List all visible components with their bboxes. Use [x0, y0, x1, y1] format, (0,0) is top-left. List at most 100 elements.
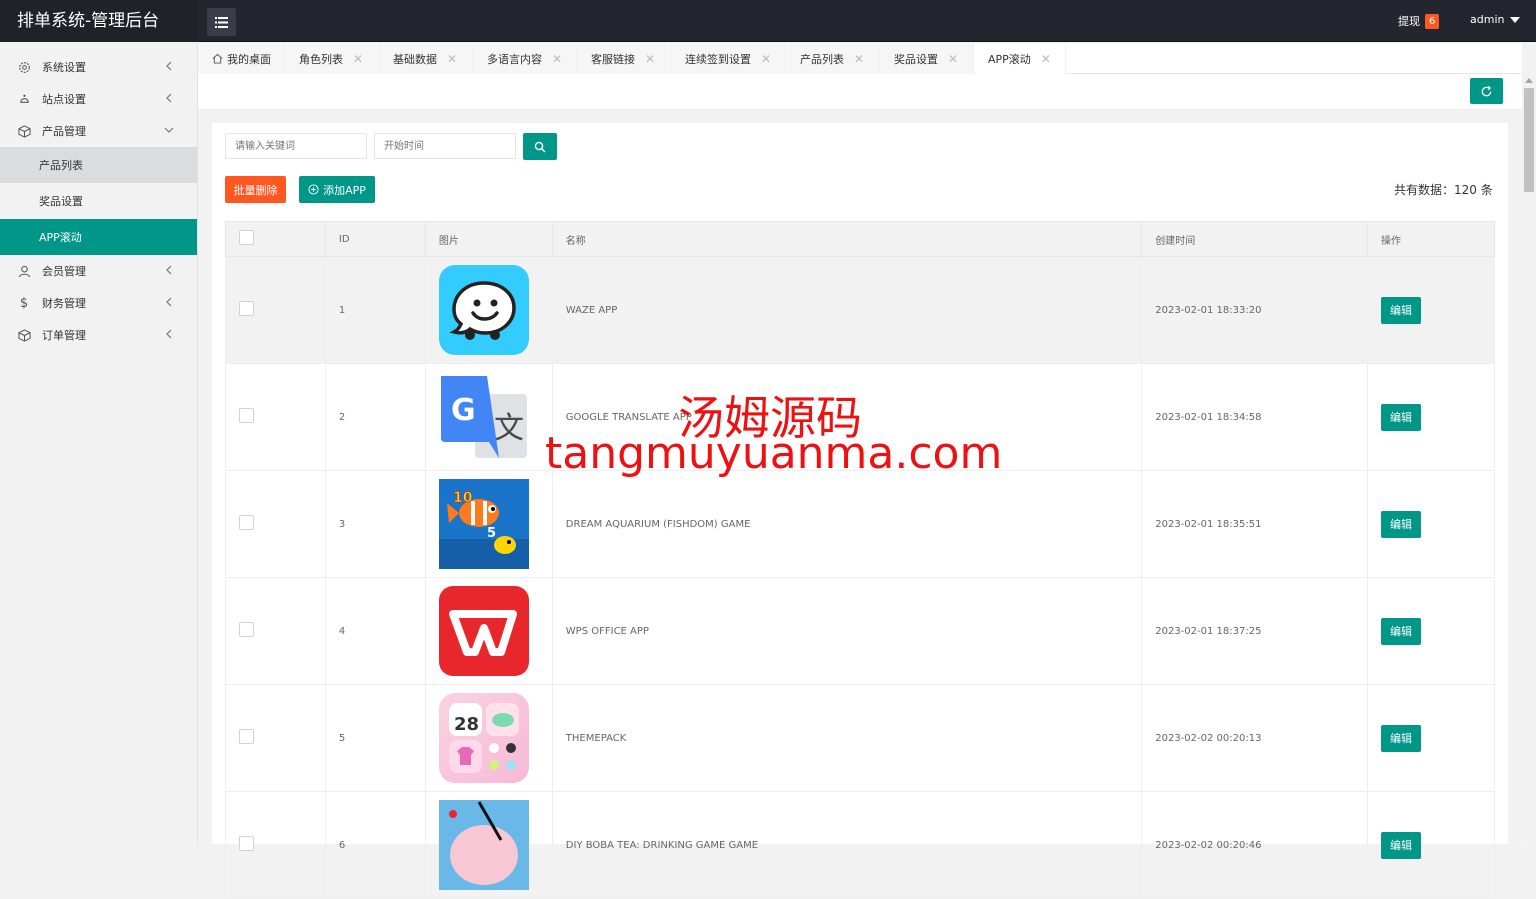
close-icon[interactable]: ✕ [447, 52, 457, 66]
sidebar-item-members[interactable]: 会员管理 [0, 255, 197, 287]
row-created: 2023-02-02 00:20:46 [1141, 791, 1369, 899]
select-all-checkbox[interactable] [239, 230, 254, 245]
user-menu[interactable]: admin [1470, 13, 1521, 26]
row-id: 3 [324, 470, 426, 578]
row-checkbox[interactable] [239, 622, 254, 637]
close-icon[interactable]: ✕ [552, 52, 562, 66]
app-title: 排单系统-管理后台 [0, 0, 198, 42]
search-button[interactable] [523, 133, 557, 160]
sidebar-item-label: 站点设置 [42, 93, 86, 106]
batch-delete-button[interactable]: 批量删除 [225, 176, 286, 203]
close-icon[interactable]: ✕ [353, 52, 363, 66]
tab-app-scroll[interactable]: APP滚动 ✕ [974, 43, 1066, 74]
cube-icon [17, 124, 31, 138]
list-icon [215, 16, 228, 28]
table-header: ID 图片 名称 创建时间 操作 [225, 221, 1495, 257]
close-icon[interactable]: ✕ [854, 52, 864, 66]
row-id: 2 [324, 363, 426, 471]
tab-label: 奖品设置 [894, 52, 938, 66]
search-icon [534, 141, 546, 153]
row-id: 6 [324, 791, 426, 899]
page-scrollbar[interactable] [1522, 74, 1536, 844]
user-name: admin [1470, 13, 1505, 26]
refresh-icon [1481, 85, 1492, 96]
site-icon [17, 92, 31, 106]
tab-label: 多语言内容 [487, 52, 542, 66]
tab-multilang[interactable]: 多语言内容 ✕ [473, 43, 577, 74]
tab-product-list[interactable]: 产品列表 ✕ [786, 43, 880, 74]
cube-icon [17, 328, 31, 342]
tab-basic-data[interactable]: 基础数据 ✕ [379, 43, 473, 74]
gear-icon [17, 60, 31, 74]
sidebar-item-finance[interactable]: $ 财务管理 [0, 287, 197, 319]
close-icon[interactable]: ✕ [761, 52, 771, 66]
tab-label: 基础数据 [393, 52, 437, 66]
row-created: 2023-02-01 18:37:25 [1141, 577, 1369, 685]
dollar-icon: $ [19, 295, 29, 311]
close-icon[interactable]: ✕ [645, 52, 655, 66]
svg-text:G: G [451, 393, 476, 428]
keyword-input[interactable] [225, 133, 367, 159]
top-header: 排单系统-管理后台 提现 6 admin [0, 0, 1536, 42]
sidebar-item-label: 订单管理 [42, 329, 86, 342]
sidebar-subitem-app-scroll[interactable]: APP滚动 [0, 219, 197, 255]
row-name: DREAM AQUARIUM (FISHDOM) GAME [551, 470, 1143, 578]
edit-button[interactable]: 编辑 [1381, 724, 1422, 752]
col-id: ID [324, 221, 426, 257]
tab-label: 产品列表 [800, 52, 844, 66]
scroll-thumb[interactable] [1524, 88, 1534, 192]
row-created: 2023-02-01 18:35:51 [1141, 470, 1369, 578]
withdraw-link[interactable]: 提现 6 [1398, 13, 1440, 29]
tab-label: 连续签到设置 [685, 52, 751, 66]
sidebar-item-products[interactable]: 产品管理 [0, 115, 197, 147]
col-created: 创建时间 [1141, 221, 1369, 257]
start-date-input[interactable] [374, 133, 516, 159]
table-row: 5 28 THEMEPACK 2023-02-02 00:20:13 编辑 [225, 684, 1495, 792]
close-icon[interactable]: ✕ [948, 52, 958, 66]
row-name: DIY BOBA TEA: DRINKING GAME GAME [551, 791, 1143, 899]
svg-text:文: 文 [494, 411, 524, 446]
menu-toggle-button[interactable] [207, 8, 236, 36]
sidebar-item-label: 会员管理 [42, 265, 86, 278]
tab-label: 角色列表 [299, 52, 343, 66]
chevron-left-icon [166, 93, 172, 103]
tab-label: APP滚动 [988, 52, 1031, 66]
wps-icon [438, 586, 529, 676]
sidebar-item-label: 产品管理 [42, 125, 86, 138]
svg-text:10: 10 [453, 490, 473, 506]
edit-button[interactable]: 编辑 [1381, 296, 1422, 324]
tab-desktop[interactable]: 我的桌面 [198, 43, 285, 74]
sidebar-item-site[interactable]: 站点设置 [0, 83, 197, 115]
row-checkbox[interactable] [239, 301, 254, 316]
table-row: 1 WAZE APP 2023-02-01 18:33:20 编辑 [225, 256, 1495, 364]
google-translate-icon: 文 G [438, 372, 529, 462]
edit-button[interactable]: 编辑 [1381, 403, 1422, 431]
tab-prize-settings[interactable]: 奖品设置 ✕ [880, 43, 974, 74]
col-actions: 操作 [1367, 221, 1495, 257]
scroll-up-icon[interactable] [1525, 78, 1533, 83]
select-all-cell [225, 221, 326, 257]
tab-roles[interactable]: 角色列表 ✕ [285, 43, 379, 74]
home-icon [212, 53, 223, 64]
sidebar-item-system[interactable]: 系统设置 [0, 51, 197, 83]
tab-checkin[interactable]: 连续签到设置 ✕ [671, 43, 786, 74]
withdraw-badge: 6 [1425, 13, 1440, 29]
row-checkbox[interactable] [239, 408, 254, 423]
refresh-button[interactable] [1470, 78, 1503, 104]
sidebar-subitem-product-list[interactable]: 产品列表 [0, 147, 197, 183]
edit-button[interactable]: 编辑 [1381, 617, 1422, 645]
col-image: 图片 [424, 221, 553, 257]
total-count: 共有数据：120 条 [1394, 183, 1493, 197]
edit-button[interactable]: 编辑 [1381, 510, 1422, 538]
row-created: 2023-02-01 18:34:58 [1141, 363, 1369, 471]
row-checkbox[interactable] [239, 729, 254, 744]
row-id: 5 [324, 684, 426, 792]
tab-service-link[interactable]: 客服链接 ✕ [577, 43, 671, 74]
sidebar-item-orders[interactable]: 订单管理 [0, 319, 197, 351]
user-icon [17, 264, 31, 278]
add-app-button[interactable]: 添加APP [299, 176, 375, 203]
edit-button[interactable]: 编辑 [1381, 831, 1422, 859]
sidebar-subitem-prize-settings[interactable]: 奖品设置 [0, 183, 197, 219]
row-checkbox[interactable] [239, 515, 254, 530]
close-icon[interactable]: ✕ [1041, 52, 1051, 66]
